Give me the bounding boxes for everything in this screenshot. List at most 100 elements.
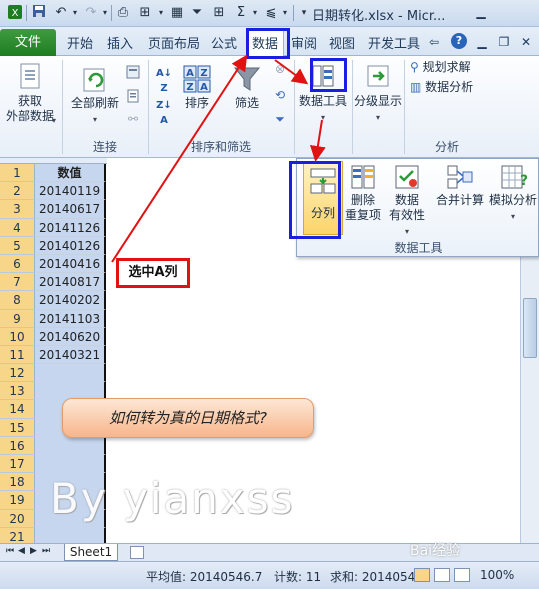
advanced-filter-icon[interactable]: ⏷ [272,112,288,127]
what-if-label: 模拟分析 [488,193,537,207]
tab-developer[interactable]: 开发工具 [368,33,420,52]
row-header[interactable]: 14 [0,400,35,419]
sort-button[interactable]: A Z Z A 排序 [180,64,214,111]
data-validation-dropdown-icon[interactable]: ▾ [405,227,409,236]
column-a-cell[interactable]: 20140617 [35,200,106,219]
column-a-cell[interactable]: 20140416 [35,254,106,274]
data-analysis-button[interactable]: ▥ 数据分析 [410,80,494,95]
row-header[interactable]: 19 [0,491,35,510]
filter-button[interactable]: 筛选 [230,64,264,111]
reapply-icon[interactable]: ⟲ [272,88,288,103]
borders-icon[interactable]: ⊞ [210,4,228,22]
data-validation-button[interactable]: 数据 有效性 ▾ [387,163,427,239]
column-a-empty-cell[interactable] [35,436,106,455]
first-sheet-icon[interactable]: ⏮ [6,546,14,556]
save-icon[interactable] [30,4,48,22]
tab-home[interactable]: 开始 [67,33,93,52]
solver-button[interactable]: ⚲ 规划求解 [410,60,490,75]
zoom-level[interactable]: 100% [480,568,514,582]
remove-duplicates-button[interactable]: 删除 重复项 [345,163,381,223]
ribbon-pin-icon[interactable]: ⇦ [426,34,442,50]
customize-qa-icon[interactable]: ▾ [295,4,313,22]
tab-review[interactable]: 审阅 [291,33,317,52]
row-header[interactable]: 16 [0,436,35,455]
data-tools-group-label: 数据工具 [394,241,443,255]
sort-za-icon[interactable]: Z↓ A [154,98,174,128]
data-tools-dropdown-icon: ▾ [320,113,325,122]
column-a-cell[interactable]: 20140620 [35,327,106,346]
insert-sheet-icon[interactable] [130,546,144,559]
row-header[interactable]: 7 [0,273,35,292]
minimize-icon[interactable]: ▁ [470,2,492,22]
tab-insert[interactable]: 插入 [107,33,133,52]
data-analysis-label: 数据分析 [425,80,474,94]
row-header[interactable]: 17 [0,455,35,474]
row-header[interactable]: 9 [0,309,35,328]
row-header[interactable]: 8 [0,291,35,310]
tab-view[interactable]: 视图 [329,33,355,52]
column-a-cell[interactable]: 20140321 [35,345,106,365]
doc-minimize-icon[interactable]: ▁ [474,34,490,50]
doc-restore-icon[interactable]: ❐ [496,34,512,50]
doc-close-icon[interactable]: ✕ [518,34,534,50]
column-a-cell[interactable]: 20141103 [35,309,106,328]
vertical-scroll-thumb[interactable] [523,298,537,358]
column-a-empty-cell[interactable] [35,455,106,474]
sort-az-icon[interactable]: A↓ Z [154,66,174,96]
what-if-analysis-button[interactable]: ? 模拟分析 ▾ [487,163,539,224]
get-external-data-button[interactable]: 获取 外部数据 [4,62,56,124]
outline-button[interactable]: 分级显示 ▾ [353,62,403,125]
refresh-all-button[interactable]: 全部刷新 ▾ [66,66,124,127]
highlight-text-to-columns [289,161,341,239]
calculator-icon[interactable]: ▦ [168,4,186,22]
page-break-view-icon[interactable] [454,568,470,582]
column-a-cell[interactable]: 20140202 [35,291,106,310]
column-a-cell[interactable]: 20140817 [35,273,106,292]
column-a-cell[interactable]: 20140119 [35,182,106,201]
column-a-empty-cell[interactable] [35,364,106,383]
tab-page-layout[interactable]: 页面布局 [148,33,200,52]
column-a-cell[interactable]: 20140126 [35,236,106,255]
sheet-tab-sheet1[interactable]: Sheet1 [64,544,118,561]
normal-view-icon[interactable] [414,568,430,582]
svg-text:X: X [12,8,19,19]
connections-icon[interactable] [124,64,142,84]
what-if-dropdown-icon[interactable]: ▾ [511,212,515,221]
row-header[interactable]: 6 [0,254,35,274]
row-header[interactable]: 3 [0,200,35,219]
properties-icon[interactable] [124,88,142,108]
last-sheet-icon[interactable]: ⏭ [42,546,50,556]
refresh-dropdown-icon[interactable]: ▾ [93,115,97,124]
row-header[interactable]: 10 [0,327,35,346]
column-a-cell[interactable]: 20141126 [35,218,106,237]
row-header[interactable]: 4 [0,218,35,237]
page-layout-view-icon[interactable] [434,568,450,582]
ribbon: 获取 外部数据 ▾ 全部刷新 ▾ ⚯ 连接 A↓ Z Z↓ A A Z Z A 排序 [0,56,539,158]
prev-sheet-icon[interactable]: ◀ [18,546,25,556]
row-header[interactable]: 15 [0,418,35,437]
align-dropdown-icon[interactable]: ▾ [276,4,294,22]
question-callout: 如何转为真的日期格式? [62,398,314,438]
row-header[interactable]: 20 [0,509,35,528]
next-sheet-icon[interactable]: ▶ [30,546,37,556]
row-header[interactable]: 11 [0,345,35,365]
filter-qa-icon[interactable]: ⏷ [188,4,206,22]
column-a-header-cell[interactable]: 数值 [35,164,106,183]
outline-dropdown-icon: ▾ [375,113,380,122]
external-data-dropdown-icon[interactable]: ▾ [52,116,56,125]
tab-file[interactable]: 文件 [0,29,56,56]
row-header[interactable]: 13 [0,382,35,401]
edit-links-icon[interactable]: ⚯ [124,112,142,127]
row-header[interactable]: 5 [0,236,35,255]
data-tools-label: 数据工具 [298,94,347,108]
clear-filter-icon[interactable]: ⊗ [272,62,288,77]
row-header[interactable]: 2 [0,182,35,201]
help-icon[interactable]: ? [451,33,467,49]
tab-formulas[interactable]: 公式 [211,33,237,52]
print-preview-icon[interactable]: ⎙ [114,4,132,22]
row-header[interactable]: 1 [0,164,35,183]
consolidate-button[interactable]: 合并计算 [435,163,485,208]
title-bar: X ↶ ▾ ↷ ▾ ⎙ ⊞ ▾ ▦ ⏷ ⊞ Σ ▾ ⫹ ▾ ▾ 日期转化.xls… [0,0,539,27]
row-header[interactable]: 12 [0,364,35,383]
row-header[interactable]: 18 [0,473,35,492]
